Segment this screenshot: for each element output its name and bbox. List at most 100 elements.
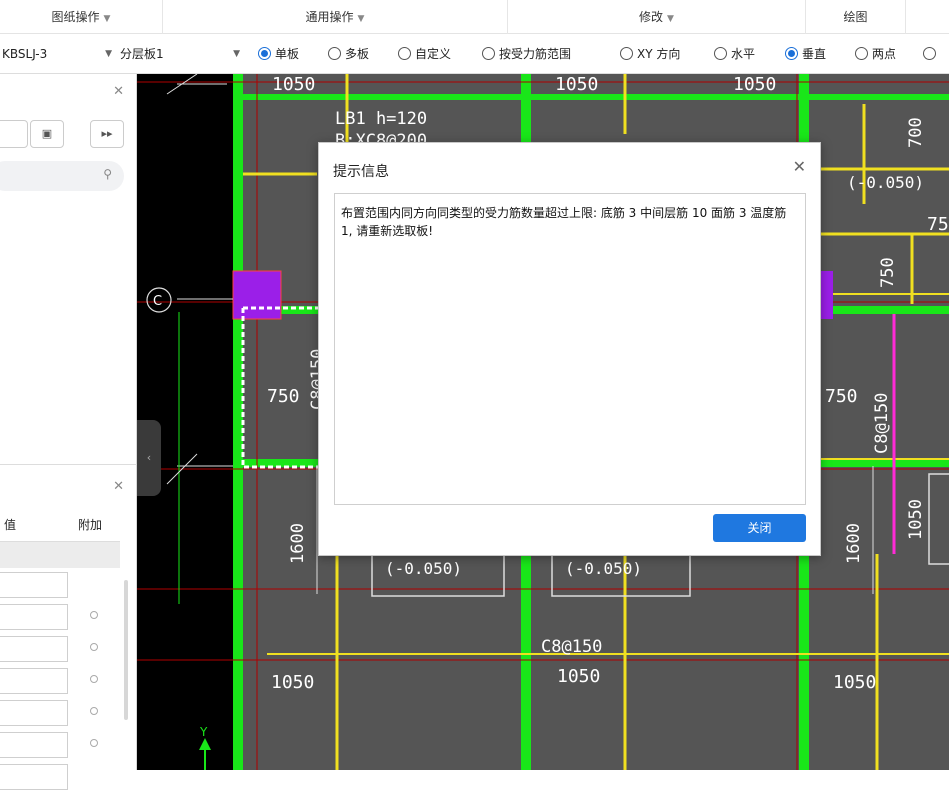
radio-label: XY 方向 [637, 47, 681, 61]
menu-drawing-ops[interactable]: 图纸操作 ▼ [0, 0, 163, 34]
radio-xy-direction[interactable]: XY 方向 [620, 46, 680, 62]
radio-label: 水平 [731, 47, 756, 61]
rebar-spec-label: C8@150 [872, 393, 892, 454]
panel-divider [0, 464, 137, 465]
elevation-label: (-0.050) [565, 559, 642, 578]
chevron-down-icon: ▼ [105, 49, 112, 59]
elevation-label: (-0.050) [385, 559, 462, 578]
dim-text: 750 [927, 214, 949, 235]
radio-multi-slab[interactable]: 多板 [328, 46, 369, 62]
radio-more[interactable] [923, 46, 940, 62]
close-button[interactable]: 关闭 [713, 514, 806, 542]
radio-unchecked-icon [923, 47, 936, 60]
radio-unchecked-icon [328, 47, 341, 60]
property-table-header: 值 附加 [0, 508, 120, 542]
panel-action-button[interactable] [0, 120, 28, 148]
menu-draw[interactable]: 绘图 [806, 0, 906, 34]
radio-unchecked-icon [398, 47, 411, 60]
dim-text: 1050 [271, 672, 314, 693]
search-icon: ⚲ [103, 167, 112, 181]
dim-text: 1050 [272, 74, 315, 95]
ribbon-group-bar: 图纸操作 ▼ 通用操作 ▼ 修改 ▼ 绘图 [0, 0, 949, 34]
left-panel: ✕ ▣ ▸▸ ⚲ ✕ 值 附加 [0, 74, 137, 790]
dim-text: 1050 [906, 499, 926, 540]
panel-scrollbar[interactable] [124, 580, 128, 720]
double-chevron-right-icon: ▸▸ [101, 127, 113, 140]
radio-two-points[interactable]: 两点 [855, 46, 896, 62]
expand-button[interactable]: ▸▸ [90, 120, 124, 148]
dim-text: 1050 [833, 672, 876, 693]
dim-text: 750 [825, 386, 858, 407]
attach-checkbox[interactable] [90, 675, 98, 683]
property-value-field[interactable] [0, 604, 68, 630]
attach-checkbox[interactable] [90, 643, 98, 651]
dialog-message-box: 布置范围内同方向同类型的受力筋数量超过上限: 底筋 3 中间层筋 10 面筋 3… [334, 193, 806, 505]
property-value-field[interactable] [0, 572, 68, 598]
radio-label: 两点 [872, 47, 897, 61]
dim-text: 1050 [555, 74, 598, 95]
property-value-field[interactable] [0, 764, 68, 790]
close-icon[interactable]: ✕ [113, 479, 124, 494]
dim-text: 1600 [844, 523, 864, 564]
radio-checked-icon [258, 47, 271, 60]
radio-unchecked-icon [620, 47, 633, 60]
dim-text: 700 [906, 117, 926, 148]
dim-text: 750 [267, 386, 300, 407]
dim-text: 1600 [288, 523, 308, 564]
close-icon[interactable]: ✕ [113, 84, 124, 99]
radio-label: 单板 [275, 47, 300, 61]
chevron-down-icon: ▼ [357, 14, 365, 24]
layer-select[interactable]: 分层板1 ▼ [120, 42, 240, 66]
save-layout-button[interactable]: ▣ [30, 120, 64, 148]
radio-unchecked-icon [482, 47, 495, 60]
axis-label-c: C [153, 294, 162, 309]
info-dialog: 提示信息 ✕ 布置范围内同方向同类型的受力筋数量超过上限: 底筋 3 中间层筋 … [318, 142, 821, 556]
menu-modify[interactable]: 修改 ▼ [508, 0, 806, 34]
chevron-down-icon: ▼ [103, 14, 111, 24]
radio-label: 垂直 [802, 47, 827, 61]
attach-checkbox[interactable] [90, 611, 98, 619]
menu-common-ops-label: 通用操作 [305, 10, 354, 24]
attach-checkbox[interactable] [90, 739, 98, 747]
chevron-down-icon: ▼ [233, 49, 240, 59]
slab-name-label: LB1 h=120 [335, 109, 427, 129]
elevation-label: (-0.050) [847, 173, 924, 192]
column [232, 270, 282, 320]
dim-text: 750 [878, 257, 898, 288]
property-group-row [0, 542, 120, 568]
property-value-field[interactable] [0, 636, 68, 662]
radio-checked-icon [785, 47, 798, 60]
column-header-extra: 附加 [78, 518, 103, 532]
dim-text: 1050 [733, 74, 776, 95]
options-toolbar: KBSLJ-3 ▼ 分层板1 ▼ 单板 多板 自定义 按受力筋范围 XY 方向 … [0, 34, 949, 74]
menu-draw-label: 绘图 [843, 10, 868, 24]
menu-drawing-ops-label: 图纸操作 [51, 10, 100, 24]
dim-text: 1050 [557, 666, 600, 687]
y-axis-arrowhead [199, 738, 211, 750]
radio-by-rebar-range[interactable]: 按受力筋范围 [482, 46, 571, 62]
property-value-field[interactable] [0, 668, 68, 694]
property-value-field[interactable] [0, 732, 68, 758]
close-icon[interactable]: ✕ [793, 157, 806, 176]
radio-unchecked-icon [855, 47, 868, 60]
radio-single-slab[interactable]: 单板 [258, 46, 299, 62]
component-select-value: KBSLJ-3 [2, 47, 48, 61]
radio-custom[interactable]: 自定义 [398, 46, 451, 62]
attach-checkbox[interactable] [90, 707, 98, 715]
radio-horizontal[interactable]: 水平 [714, 46, 755, 62]
radio-unchecked-icon [714, 47, 727, 60]
save-icon: ▣ [41, 127, 53, 140]
panel-collapse-handle[interactable]: ‹ [137, 420, 161, 496]
component-select[interactable]: KBSLJ-3 ▼ [2, 42, 112, 66]
search-input[interactable]: ⚲ [0, 161, 124, 191]
property-value-field[interactable] [0, 700, 68, 726]
layer-select-value: 分层板1 [120, 47, 164, 61]
dialog-title: 提示信息 [333, 164, 389, 180]
radio-label: 多板 [345, 47, 370, 61]
chevron-down-icon: ▼ [667, 14, 674, 24]
radio-vertical[interactable]: 垂直 [785, 46, 826, 62]
radio-label: 按受力筋范围 [499, 47, 572, 61]
rebar-spec-label: C8@150 [541, 637, 602, 657]
column-header-value: 值 [4, 518, 17, 532]
menu-common-ops[interactable]: 通用操作 ▼ [163, 0, 508, 34]
